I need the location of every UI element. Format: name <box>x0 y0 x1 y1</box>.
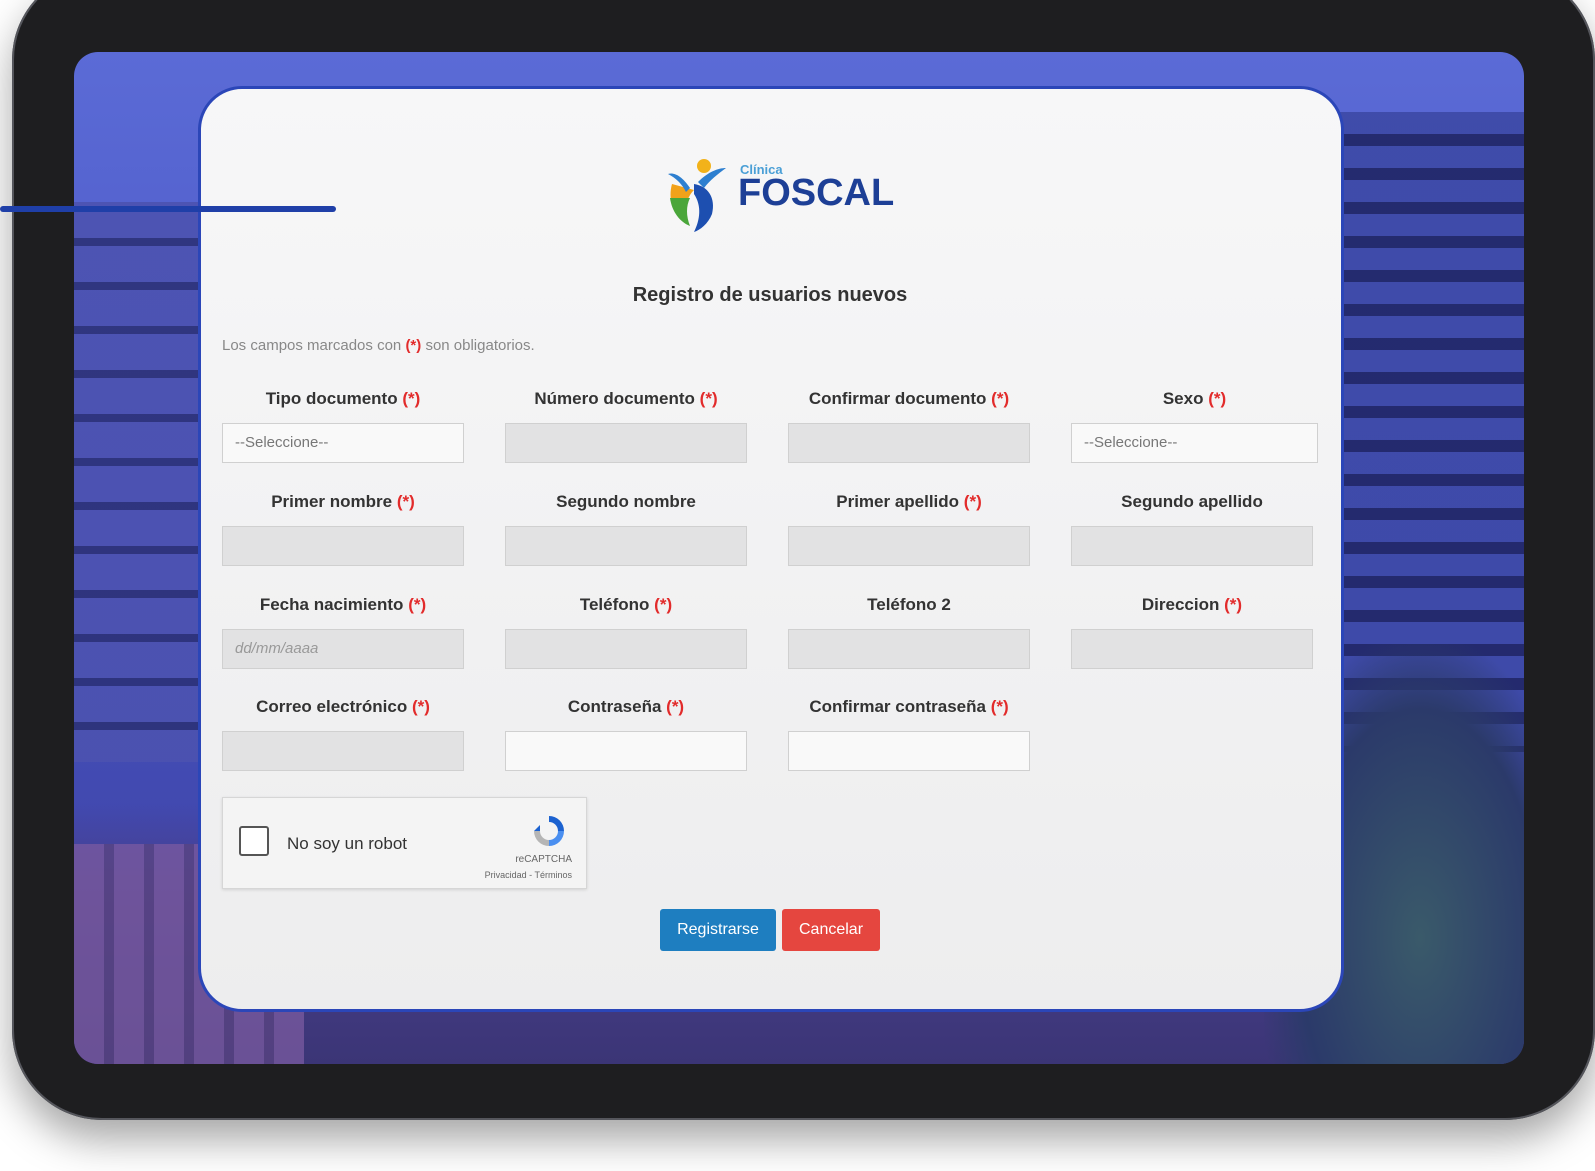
field-telefono-2: Teléfono 2 <box>788 593 1030 669</box>
register-button[interactable]: Registrarse <box>660 909 776 951</box>
segundo-apellido-input[interactable] <box>1071 526 1313 566</box>
numero-documento-input[interactable] <box>505 423 747 463</box>
field-label: Teléfono (*) <box>579 595 673 614</box>
sexo-select[interactable]: --Seleccione-- <box>1071 423 1318 463</box>
recaptcha-icon <box>534 816 564 846</box>
field-primer-apellido: Primer apellido (*) <box>788 490 1030 566</box>
confirmar-contrasena-input[interactable] <box>788 731 1030 771</box>
required-note-suffix: son obligatorios. <box>425 337 535 354</box>
recaptcha-widget: No soy un robot reCAPTCHA Privacidad - T… <box>222 797 587 889</box>
field-numero-documento: Número documento (*) <box>505 387 747 463</box>
direccion-input[interactable] <box>1071 629 1313 669</box>
field-segundo-nombre: Segundo nombre <box>505 490 747 566</box>
field-label: Segundo nombre <box>556 492 696 511</box>
field-confirmar-contrasena: Confirmar contraseña (*) <box>788 695 1030 771</box>
field-direccion: Direccion (*) <box>1071 593 1313 669</box>
field-primer-nombre: Primer nombre (*) <box>222 490 464 566</box>
accent-line <box>0 206 336 212</box>
field-label: Fecha nacimiento (*) <box>259 595 427 614</box>
telefono-2-input[interactable] <box>788 629 1030 669</box>
field-tipo-documento: Tipo documento (*) --Seleccione-- <box>222 387 464 463</box>
contrasena-input[interactable] <box>505 731 747 771</box>
background-building-left <box>74 202 204 762</box>
field-label: Primer nombre (*) <box>271 492 415 511</box>
field-label: Confirmar documento (*) <box>808 389 1010 408</box>
fecha-nacimiento-input[interactable]: dd/mm/aaaa <box>222 629 464 669</box>
recaptcha-brand: reCAPTCHA <box>515 854 572 865</box>
field-label: Segundo apellido <box>1121 492 1263 511</box>
page-title: Registro de usuarios nuevos <box>632 284 908 306</box>
field-label: Confirmar contraseña (*) <box>809 697 1009 716</box>
foscal-logo: Clínica FOSCAL <box>664 152 894 236</box>
tipo-documento-select[interactable]: --Seleccione-- <box>222 423 464 463</box>
field-telefono: Teléfono (*) <box>505 593 747 669</box>
field-correo: Correo electrónico (*) <box>222 695 464 771</box>
recaptcha-checkbox[interactable] <box>239 826 269 856</box>
correo-input[interactable] <box>222 731 464 771</box>
field-label: Tipo documento (*) <box>265 389 421 408</box>
cancel-button[interactable]: Cancelar <box>782 909 880 951</box>
required-note-prefix: Los campos marcados con <box>222 337 402 354</box>
field-sexo: Sexo (*) --Seleccione-- <box>1071 387 1318 463</box>
primer-apellido-input[interactable] <box>788 526 1030 566</box>
field-label: Correo electrónico (*) <box>256 697 430 716</box>
field-label: Primer apellido (*) <box>836 492 982 511</box>
primer-nombre-input[interactable] <box>222 526 464 566</box>
field-label: Contraseña (*) <box>567 697 685 716</box>
field-label: Número documento (*) <box>534 389 718 408</box>
required-marker: (*) <box>405 337 422 354</box>
field-label: Sexo (*) <box>1162 389 1227 408</box>
recaptcha-label: No soy un robot <box>287 834 408 853</box>
field-label: Teléfono 2 <box>867 595 951 614</box>
field-fecha-nacimiento: Fecha nacimiento (*) dd/mm/aaaa <box>222 593 464 669</box>
required-note: Los campos marcados con (*) son obligato… <box>222 337 535 354</box>
foscal-person-icon <box>668 159 726 232</box>
confirmar-documento-input[interactable] <box>788 423 1030 463</box>
field-segundo-apellido: Segundo apellido <box>1071 490 1313 566</box>
recaptcha-links[interactable]: Privacidad - Términos <box>485 870 572 880</box>
segundo-nombre-input[interactable] <box>505 526 747 566</box>
logo-brand-text: FOSCAL <box>738 172 895 214</box>
field-label: Direccion (*) <box>1141 595 1243 614</box>
field-confirmar-documento: Confirmar documento (*) <box>788 387 1030 463</box>
telefono-input[interactable] <box>505 629 747 669</box>
field-contrasena: Contraseña (*) <box>505 695 747 771</box>
